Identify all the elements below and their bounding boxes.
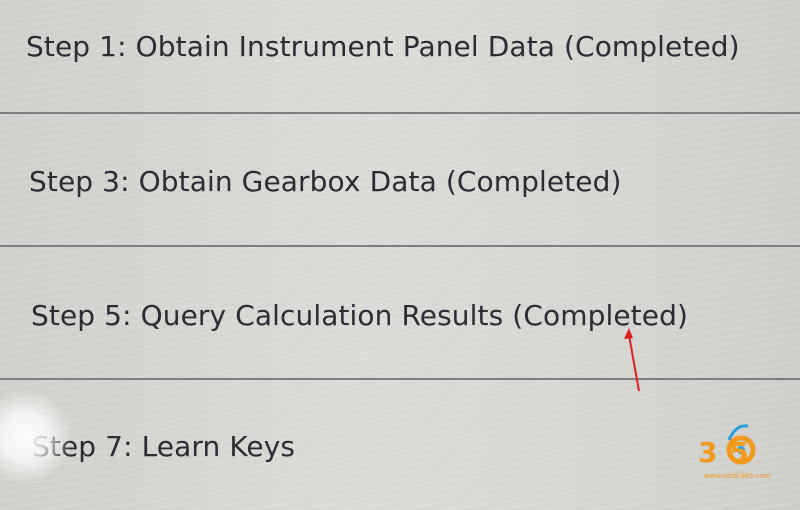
step-item-1[interactable]: Step 1: Obtain Instrument Panel Data (Co… (0, 0, 800, 114)
step-label: Step 5: Query Calculation Results (Compl… (31, 299, 688, 332)
step-item-7[interactable]: Step 7: Learn Keys (0, 380, 800, 510)
step-item-3[interactable]: Step 3: Obtain Gearbox Data (Completed) (0, 114, 800, 247)
device-screen: Step 1: Obtain Instrument Panel Data (Co… (0, 0, 800, 510)
step-list: Step 1: Obtain Instrument Panel Data (Co… (0, 0, 800, 510)
step-label: Step 7: Learn Keys (32, 430, 296, 463)
step-label: Step 1: Obtain Instrument Panel Data (Co… (26, 30, 740, 63)
step-item-5[interactable]: Step 5: Query Calculation Results (Compl… (0, 247, 800, 380)
step-label: Step 3: Obtain Gearbox Data (Completed) (29, 165, 622, 198)
